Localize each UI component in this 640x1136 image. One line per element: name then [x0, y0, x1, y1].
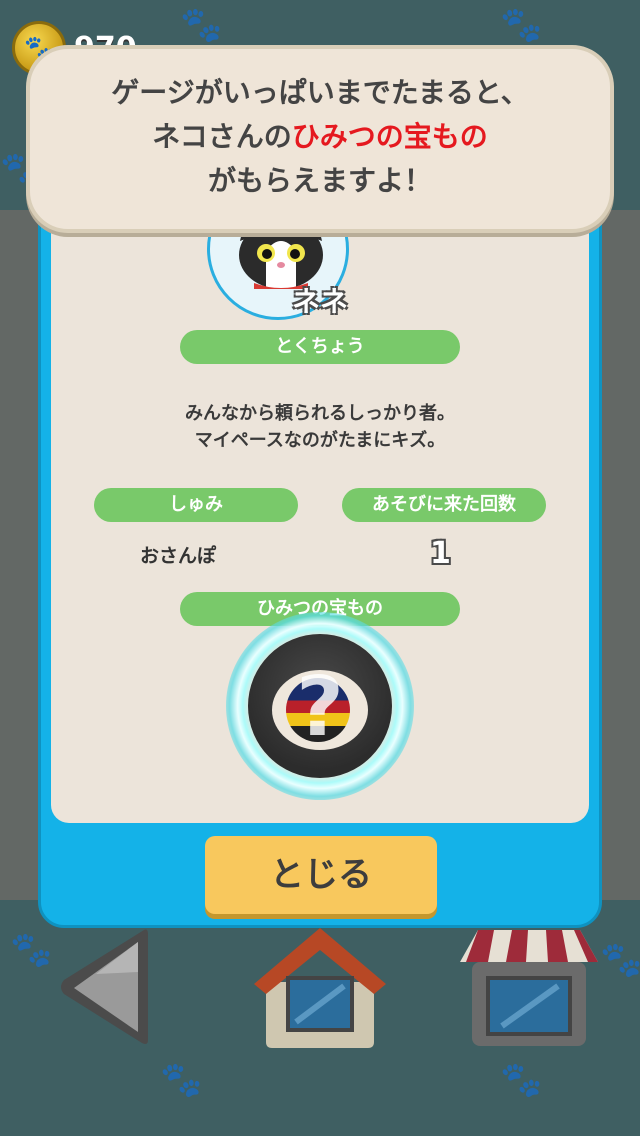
- hobby-value: おさんぽ: [140, 545, 217, 567]
- bubble-line-2: ネコさんのひみつの宝もの: [30, 115, 610, 159]
- visits-header: あそびに来た回数: [342, 488, 546, 522]
- bubble-line-2-prefix: ネコさんの: [152, 120, 292, 153]
- paw-icon: 🐾: [500, 1060, 543, 1100]
- bubble-text: ゲージがいっぱいまでたまると、 ネコさんのひみつの宝もの がもらえますよ！: [30, 71, 610, 203]
- home-icon[interactable]: [246, 922, 394, 1048]
- paw-icon: 🐾: [600, 940, 640, 980]
- close-button[interactable]: とじる: [205, 836, 437, 914]
- paw-icon: 🐾: [180, 5, 223, 45]
- paw-icon: 🐾: [500, 5, 543, 45]
- visits-value: 1: [430, 536, 451, 571]
- bubble-line-1: ゲージがいっぱいまでたまると、: [111, 76, 529, 109]
- speech-bubble-tail: [292, 196, 348, 220]
- bubble-highlight: ひみつの宝もの: [291, 120, 488, 153]
- question-mark-icon: ?: [296, 660, 344, 755]
- cat-name: ネネ: [291, 285, 348, 318]
- trait-header: とくちょう: [180, 330, 460, 364]
- back-arrow-icon[interactable]: [56, 922, 148, 1052]
- shop-icon[interactable]: [456, 922, 602, 1048]
- hobby-header: しゅみ: [94, 488, 298, 522]
- cat-description: みんなから頼られるしっかり者。 マイペースなのがたまにキズ。: [185, 403, 455, 451]
- paw-icon: 🐾: [160, 1060, 203, 1100]
- paw-icon: 🐾: [10, 930, 53, 970]
